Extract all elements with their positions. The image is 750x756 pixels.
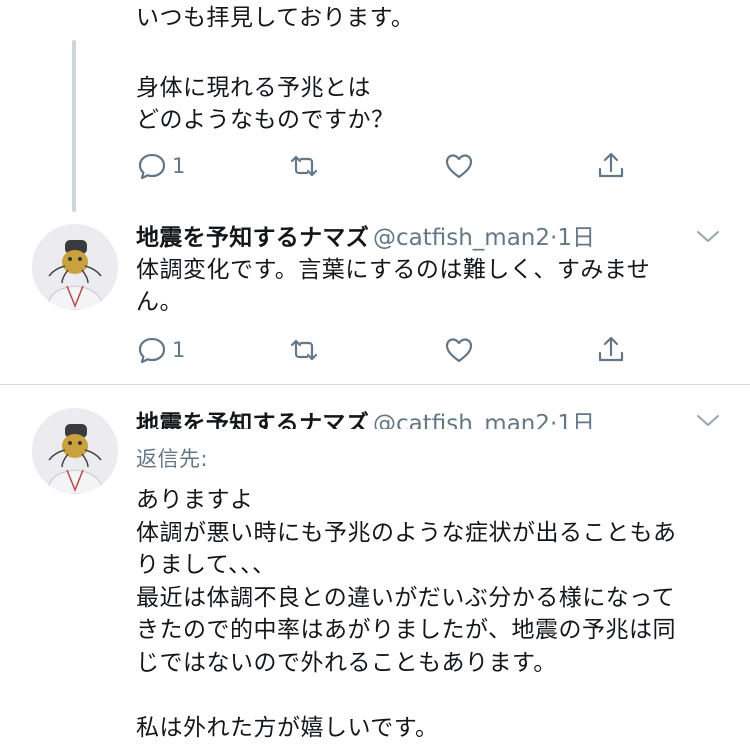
- avatar[interactable]: [32, 224, 118, 310]
- like-button[interactable]: [443, 334, 475, 366]
- tweet-text: 体調変化です。言葉にするのは難しく、すみませ ん。: [136, 257, 651, 315]
- tweet-text-partial: いつも拝見しております。: [136, 5, 415, 31]
- tweet-text-line: どのようなものですか？: [136, 107, 395, 133]
- heart-icon: [443, 150, 475, 182]
- avatar-catfish-image: [32, 224, 118, 310]
- share-icon: [595, 150, 627, 182]
- tweet-text-line: 身体に現れる予兆とは: [136, 75, 371, 101]
- thread-line: [72, 40, 76, 212]
- chevron-down-icon[interactable]: [694, 226, 722, 246]
- chevron-down-icon[interactable]: [694, 410, 722, 430]
- like-button[interactable]: [443, 150, 475, 182]
- tweet-divider: [0, 384, 750, 385]
- reply-icon: [136, 150, 168, 182]
- display-name[interactable]: 地震を予知するナマズ: [136, 411, 369, 429]
- retweet-button[interactable]: [288, 334, 320, 366]
- timestamp[interactable]: ·1日: [550, 225, 595, 251]
- retweet-icon: [288, 150, 320, 182]
- reply-count: 1: [172, 338, 186, 362]
- display-name[interactable]: 地震を予知するナマズ: [136, 225, 369, 251]
- avatar[interactable]: [32, 408, 118, 494]
- share-button[interactable]: [595, 150, 627, 182]
- reply-button[interactable]: 1: [136, 334, 185, 366]
- reply-count: 1: [172, 154, 186, 178]
- heart-icon: [443, 334, 475, 366]
- tweet-header: 地震を予知するナマズ @catfish_man2·1日: [136, 218, 595, 252]
- tweet-text: ありますよ 体調が悪い時にも予兆のような症状が出ることもあ りまして、、、 最近…: [136, 487, 677, 741]
- retweet-button[interactable]: [288, 150, 320, 182]
- avatar-catfish-image: [32, 408, 118, 494]
- reply-icon: [136, 334, 168, 366]
- retweet-icon: [288, 334, 320, 366]
- reply-to-label: 返信先:: [136, 447, 209, 471]
- handle[interactable]: @catfish_man2: [373, 411, 550, 429]
- timestamp[interactable]: ·1日: [550, 411, 595, 429]
- tweet-header: 地震を予知するナマズ @catfish_man2·1日: [136, 402, 696, 429]
- share-button[interactable]: [595, 334, 627, 366]
- handle[interactable]: @catfish_man2: [373, 225, 550, 251]
- share-icon: [595, 334, 627, 366]
- reply-button[interactable]: 1: [136, 150, 185, 182]
